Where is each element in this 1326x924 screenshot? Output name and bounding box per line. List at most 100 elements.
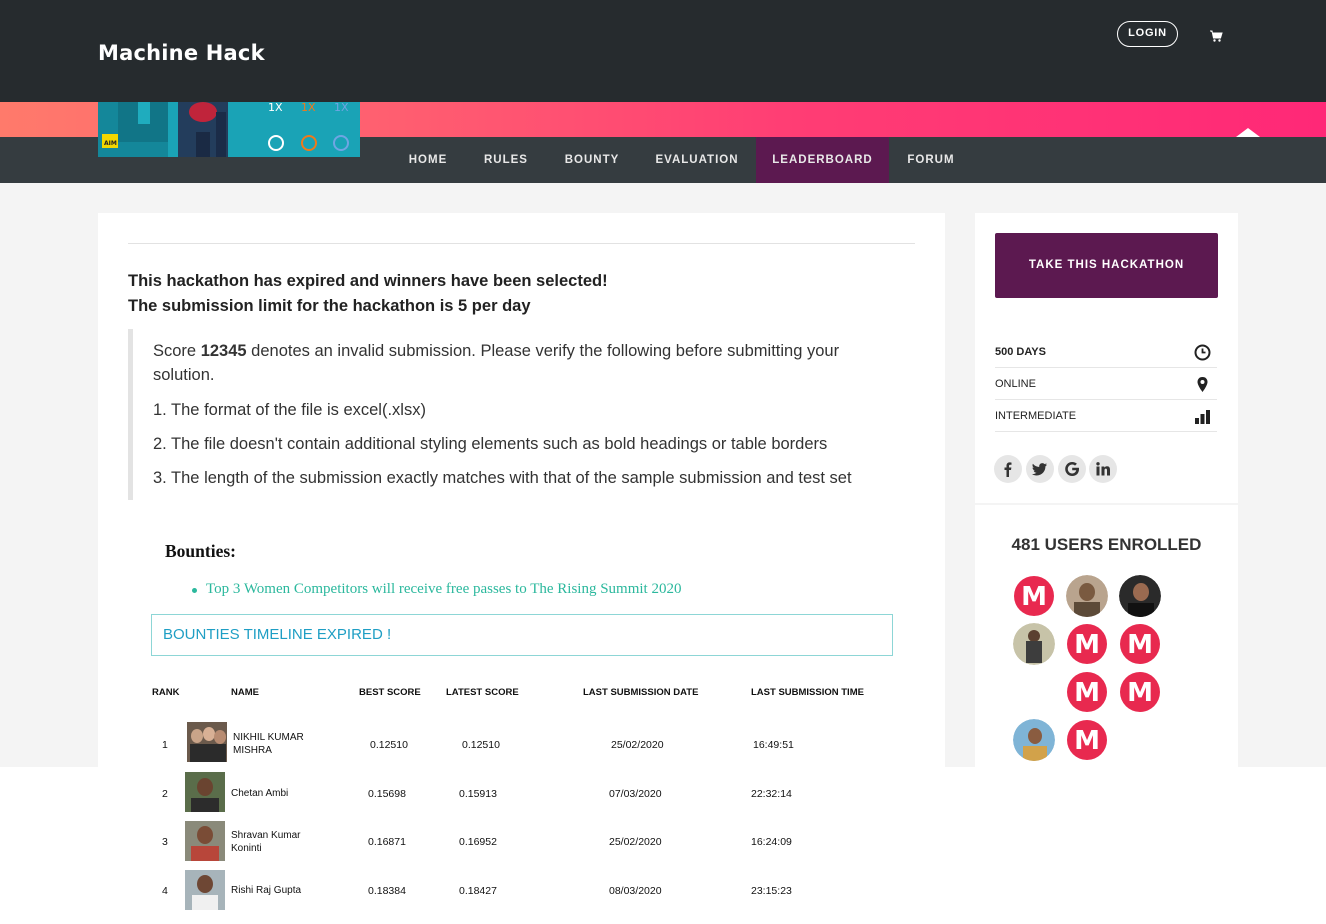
twitter-share-button[interactable] [1026, 455, 1054, 483]
bar-level-icon [1195, 410, 1210, 424]
score-note-line1: Score 12345 denotes an invalid submissio… [153, 342, 839, 361]
svg-text:M: M [1021, 582, 1047, 612]
check-item-1: 1. The format of the file is excel(.xlsx… [153, 401, 426, 419]
row-name[interactable]: Rishi Raj Gupta [231, 885, 301, 896]
bounty-item: Top 3 Women Competitors will receive fre… [206, 581, 682, 597]
row-date: 25/02/2020 [609, 836, 662, 848]
svg-text:M: M [1127, 630, 1153, 660]
user-avatar[interactable]: M [1066, 623, 1108, 665]
check-item-3: 3. The length of the submission exactly … [153, 469, 852, 487]
row-best-score: 0.12510 [370, 739, 408, 751]
location-row: ONLINE [995, 368, 1217, 400]
row-name[interactable]: Chetan Ambi [231, 788, 288, 799]
tab-leaderboard[interactable]: LEADERBOARD [756, 137, 889, 183]
user-avatar[interactable] [1066, 575, 1108, 617]
row-latest-score: 0.16952 [459, 836, 497, 848]
tab-home[interactable]: HOME [396, 137, 460, 183]
svg-text:M: M [1074, 630, 1100, 660]
linkedin-share-button[interactable] [1089, 455, 1117, 483]
tab-bounty[interactable]: BOUNTY [553, 137, 631, 183]
svg-text:M: M [1127, 678, 1153, 708]
row-name[interactable]: NIKHIL KUMAR [233, 732, 304, 743]
tab-forum[interactable]: FORUM [897, 137, 965, 183]
row-latest-score: 0.15913 [459, 788, 497, 800]
row-rank: 2 [162, 788, 168, 800]
google-share-button[interactable] [1058, 455, 1086, 483]
avatar[interactable] [185, 821, 225, 861]
take-hackathon-button[interactable]: TAKE THIS HACKATHON [995, 233, 1218, 298]
duration-label: 500 DAYS [995, 346, 1046, 358]
row-time: 16:24:09 [751, 836, 792, 848]
user-avatar[interactable]: M [1013, 575, 1055, 617]
difficulty-row: INTERMEDIATE [995, 400, 1217, 432]
svg-text:M: M [1074, 678, 1100, 708]
duration-row: 500 DAYS [995, 336, 1217, 368]
facebook-icon [1004, 462, 1012, 477]
row-name-cont[interactable]: Koninti [231, 843, 262, 854]
user-avatar[interactable]: M [1066, 719, 1108, 761]
banner-tag-3: 1X [334, 102, 349, 114]
bounties-timeline-banner: BOUNTIES TIMELINE EXPIRED ! [151, 614, 893, 656]
col-name: NAME [231, 687, 259, 698]
col-rank: RANK [152, 687, 180, 698]
score-note-rest: denotes an invalid submission. Please ve… [246, 342, 840, 360]
tab-rules[interactable]: RULES [472, 137, 540, 183]
bounties-heading: Bounties: [165, 541, 236, 561]
expired-notice: This hackathon has expired and winners h… [128, 272, 608, 290]
row-rank: 3 [162, 836, 168, 848]
row-best-score: 0.15698 [368, 788, 406, 800]
row-latest-score: 0.18427 [459, 885, 497, 897]
row-best-score: 0.18384 [368, 885, 406, 897]
bullet-icon [192, 588, 197, 593]
cart-icon[interactable] [1209, 29, 1223, 43]
user-avatar[interactable]: M [1119, 623, 1161, 665]
login-button[interactable]: LOGIN [1117, 21, 1178, 47]
banner-badge-label: AIM [104, 140, 117, 147]
google-icon [1065, 462, 1079, 476]
facebook-share-button[interactable] [994, 455, 1022, 483]
row-latest-score: 0.12510 [462, 739, 500, 751]
row-name[interactable]: Shravan Kumar [231, 830, 300, 841]
row-time: 23:15:23 [751, 885, 792, 897]
row-time: 22:32:14 [751, 788, 792, 800]
caret-up-icon [1236, 128, 1260, 137]
row-date: 07/03/2020 [609, 788, 662, 800]
enrolled-count: 481 USERS ENROLLED [1011, 535, 1202, 554]
user-avatar[interactable] [1013, 623, 1055, 665]
linkedin-icon [1096, 462, 1110, 476]
hackathon-banner-image: AIM 1X 1X 1X [98, 102, 360, 157]
avatar[interactable] [185, 870, 225, 910]
row-rank: 4 [162, 885, 168, 897]
map-pin-icon [1197, 377, 1208, 392]
divider [128, 243, 915, 244]
invalid-score-value: 12345 [200, 342, 247, 360]
row-name-cont[interactable]: MISHRA [233, 745, 272, 756]
difficulty-label: INTERMEDIATE [995, 410, 1077, 422]
score-note-line2: solution. [153, 366, 215, 384]
avatar[interactable] [185, 772, 225, 812]
check-item-2: 2. The file doesn't contain additional s… [153, 435, 828, 453]
row-time: 16:49:51 [753, 739, 794, 751]
col-latest-score: LATEST SCORE [446, 687, 519, 698]
row-best-score: 0.16871 [368, 836, 406, 848]
score-prefix: Score [153, 342, 201, 360]
avatar[interactable] [187, 722, 227, 762]
user-avatar[interactable]: M [1119, 671, 1161, 713]
col-last-submission-time: LAST SUBMISSION TIME [751, 687, 864, 698]
row-date: 25/02/2020 [611, 739, 664, 751]
user-avatar[interactable]: M [1066, 671, 1108, 713]
banner-tag-1: 1X [268, 102, 283, 114]
submission-limit-notice: The submission limit for the hackathon i… [128, 297, 531, 315]
user-avatar[interactable] [1119, 575, 1161, 617]
col-last-submission-date: LAST SUBMISSION DATE [583, 687, 699, 698]
twitter-icon [1032, 463, 1047, 476]
machinehack-logo[interactable]: Machine Hack [98, 41, 265, 65]
clock-icon [1194, 344, 1211, 361]
user-avatar[interactable] [1013, 719, 1055, 761]
tab-evaluation[interactable]: EVALUATION [643, 137, 751, 183]
svg-text:M: M [1074, 726, 1100, 756]
page-lower-right [960, 767, 1326, 924]
col-best-score: BEST SCORE [359, 687, 421, 698]
row-rank: 1 [162, 739, 168, 751]
banner-tag-2: 1X [301, 102, 316, 114]
